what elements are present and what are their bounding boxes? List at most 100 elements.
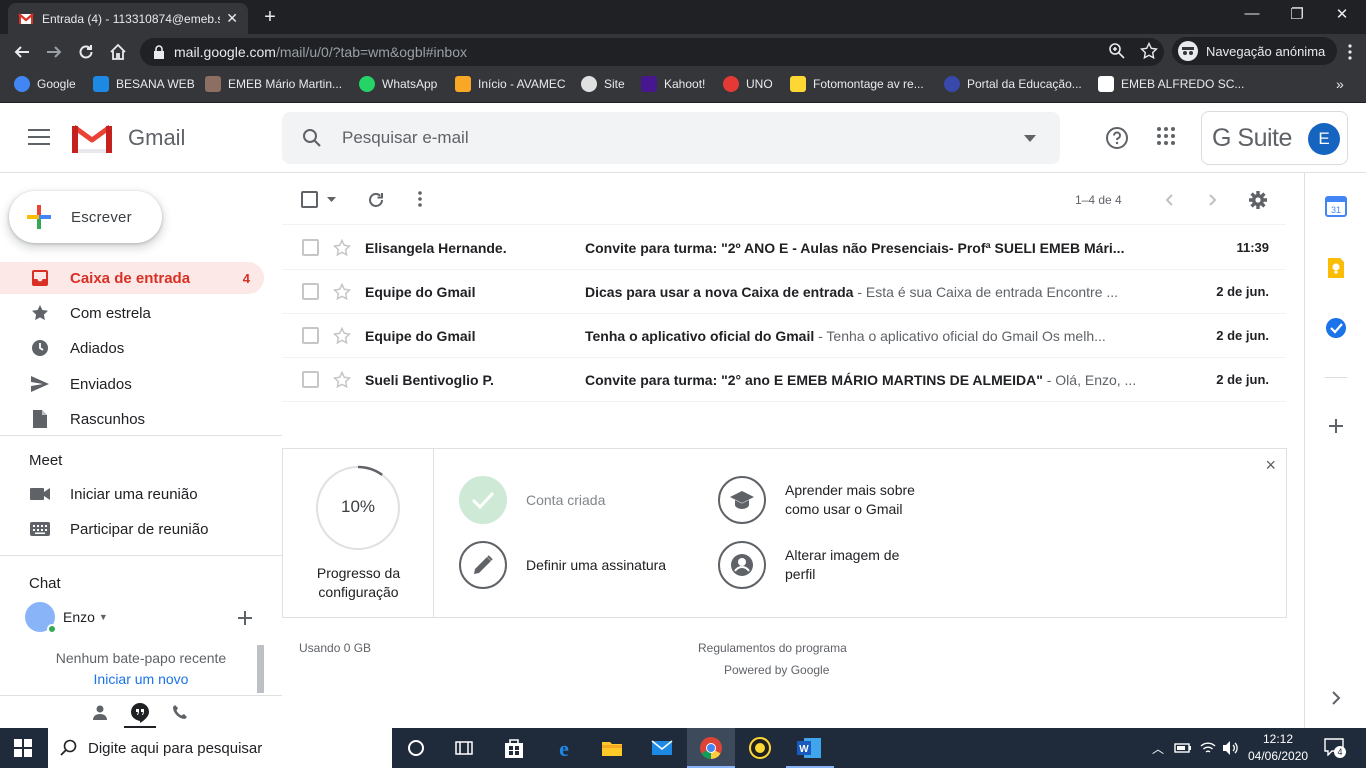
- bookmark-besana[interactable]: BESANA WEB: [93, 76, 195, 92]
- app-globe-icon[interactable]: [748, 736, 772, 760]
- bookmark-emeb-alfredo[interactable]: EMEB ALFREDO SC...: [1098, 76, 1244, 92]
- restore-button[interactable]: ❐: [1277, 5, 1317, 23]
- sidebar-item-snoozed[interactable]: Adiados: [0, 332, 264, 364]
- address-bar[interactable]: mail.google.com/mail/u/0/?tab=wm&ogbl#in…: [140, 38, 1164, 66]
- chevron-right-icon[interactable]: [1325, 687, 1347, 709]
- browser-tab[interactable]: Entrada (4) - 113310874@emeb.s ✕: [8, 3, 248, 34]
- wifi-icon[interactable]: [1200, 740, 1216, 756]
- gsuite-account-button[interactable]: G Suite E: [1201, 111, 1348, 165]
- task-view-icon[interactable]: [452, 736, 476, 760]
- mail-app-icon[interactable]: [650, 736, 674, 760]
- add-addon-plus-icon[interactable]: [1325, 415, 1347, 437]
- volume-icon[interactable]: [1222, 740, 1240, 756]
- search-input[interactable]: Pesquisar e-mail: [342, 128, 1024, 148]
- phone-icon[interactable]: [172, 704, 188, 720]
- star-outline-icon[interactable]: [333, 327, 351, 345]
- home-button[interactable]: [106, 40, 130, 64]
- incognito-indicator[interactable]: Navegação anónima: [1172, 37, 1338, 65]
- gmail-logo-icon[interactable]: [72, 123, 112, 153]
- bookmark-portal-educacao[interactable]: Portal da Educação...: [944, 76, 1082, 92]
- word-taskbar-button[interactable]: W: [786, 728, 834, 768]
- apps-grid-icon[interactable]: [1156, 126, 1176, 146]
- bookmark-google[interactable]: Google: [14, 76, 76, 92]
- bookmarks-overflow-icon[interactable]: »: [1336, 76, 1344, 92]
- sidebar-item-inbox[interactable]: Caixa de entrada 4: [0, 262, 264, 294]
- chevron-left-icon[interactable]: [1165, 194, 1173, 206]
- file-explorer-icon[interactable]: [600, 736, 624, 760]
- storage-usage[interactable]: Usando 0 GB: [299, 641, 371, 655]
- reload-button[interactable]: [74, 40, 98, 64]
- meet-start-meeting[interactable]: Iniciar uma reunião: [0, 478, 264, 510]
- windows-start-icon[interactable]: [14, 739, 32, 757]
- email-subject: Tenha o aplicativo oficial do Gmail: [585, 327, 815, 344]
- meet-join-meeting[interactable]: Participar de reunião: [0, 513, 264, 545]
- email-row[interactable]: Equipe do Gmail Dicas para usar a nova C…: [282, 270, 1286, 314]
- chat-scrollbar[interactable]: [257, 645, 264, 693]
- bookmark-avamec[interactable]: Início - AVAMEC: [455, 76, 566, 92]
- email-checkbox[interactable]: [302, 327, 319, 344]
- select-all-checkbox[interactable]: [301, 191, 318, 208]
- store-icon[interactable]: [502, 736, 526, 760]
- search-icon[interactable]: [302, 128, 322, 148]
- back-button[interactable]: [10, 40, 34, 64]
- email-row[interactable]: Sueli Bentivoglio P. Convite para turma:…: [282, 358, 1286, 402]
- main-menu-icon[interactable]: [28, 129, 50, 145]
- search-options-icon[interactable]: [1024, 134, 1036, 142]
- select-options-chevron-down-icon[interactable]: [327, 197, 336, 202]
- star-outline-icon[interactable]: [333, 239, 351, 257]
- forward-button[interactable]: [42, 40, 66, 64]
- calendar-icon[interactable]: 31: [1325, 195, 1347, 217]
- new-chat-plus-icon[interactable]: [238, 611, 252, 625]
- sidebar-item-starred[interactable]: Com estrela: [0, 297, 264, 329]
- chrome-taskbar-button[interactable]: [687, 728, 735, 768]
- task-set-signature[interactable]: Definir uma assinatura: [459, 541, 666, 589]
- bookmark-whatsapp[interactable]: WhatsApp: [359, 76, 437, 92]
- taskbar-search-box[interactable]: Digite aqui para pesquisar: [48, 728, 392, 768]
- hangouts-tab[interactable]: [124, 698, 156, 728]
- chevron-right-icon[interactable]: [1209, 194, 1217, 206]
- battery-icon[interactable]: [1174, 740, 1192, 756]
- compose-button[interactable]: Escrever: [9, 191, 162, 243]
- settings-gear-icon[interactable]: [1248, 190, 1268, 210]
- email-checkbox[interactable]: [302, 283, 319, 300]
- bookmark-emeb-mario[interactable]: EMEB Mário Martin...: [205, 76, 342, 92]
- account-avatar[interactable]: E: [1308, 123, 1340, 155]
- chat-user-status[interactable]: Enzo ▼: [25, 602, 108, 634]
- bookmark-uno[interactable]: UNO: [723, 76, 773, 92]
- task-change-profile-picture[interactable]: Alterar imagem de perfil: [718, 541, 899, 589]
- more-options-icon[interactable]: [418, 191, 422, 207]
- contacts-icon[interactable]: [92, 704, 108, 720]
- email-checkbox[interactable]: [302, 239, 319, 256]
- bookmark-kahoot[interactable]: Kahoot!: [641, 76, 705, 92]
- email-checkbox[interactable]: [302, 371, 319, 388]
- search-bar[interactable]: Pesquisar e-mail: [282, 112, 1060, 164]
- bookmark-fotomontage[interactable]: Fotomontage av re...: [790, 76, 924, 92]
- star-outline-icon[interactable]: [333, 371, 351, 389]
- browser-menu-button[interactable]: [1338, 40, 1362, 64]
- new-tab-button[interactable]: +: [258, 6, 282, 29]
- star-outline-icon[interactable]: [333, 283, 351, 301]
- window-close-button[interactable]: ✕: [1322, 5, 1362, 23]
- program-policies-link[interactable]: Regulamentos do programa: [698, 641, 847, 655]
- clock[interactable]: 12:12 04/06/2020: [1248, 732, 1308, 763]
- bookmark-site[interactable]: Site: [581, 76, 625, 92]
- notification-center-icon[interactable]: 4: [1324, 738, 1346, 758]
- keep-icon[interactable]: [1325, 257, 1347, 279]
- help-icon[interactable]: [1105, 126, 1129, 150]
- task-learn-gmail[interactable]: Aprender mais sobre como usar o Gmail: [718, 476, 915, 524]
- cortana-icon[interactable]: [404, 736, 428, 760]
- sidebar-item-sent[interactable]: Enviados: [0, 368, 264, 400]
- tasks-icon[interactable]: [1325, 317, 1347, 339]
- minimize-button[interactable]: —: [1232, 5, 1272, 22]
- email-row[interactable]: Elisangela Hernande. Convite para turma:…: [282, 226, 1286, 270]
- internet-explorer-icon[interactable]: e: [552, 736, 576, 760]
- tray-expand-icon[interactable]: ︿: [1152, 740, 1164, 757]
- email-row[interactable]: Equipe do Gmail Tenha o aplicativo ofici…: [282, 314, 1286, 358]
- bookmark-star-icon[interactable]: [1140, 42, 1158, 60]
- refresh-icon[interactable]: [367, 191, 385, 209]
- tab-close-icon[interactable]: ✕: [226, 10, 238, 27]
- start-new-chat-link[interactable]: Iniciar um novo: [0, 671, 282, 687]
- zoom-icon[interactable]: [1108, 42, 1126, 60]
- close-icon[interactable]: ×: [1265, 455, 1276, 476]
- sidebar-item-drafts[interactable]: Rascunhos: [0, 403, 264, 435]
